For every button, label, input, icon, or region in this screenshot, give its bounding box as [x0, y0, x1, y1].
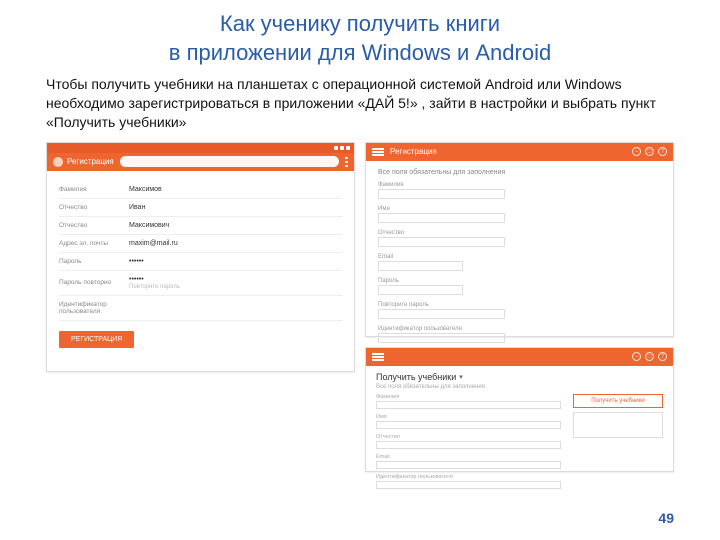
- android-appbar: Регистрация: [47, 153, 354, 171]
- hamburger-menu-icon[interactable]: [372, 148, 384, 156]
- text-input[interactable]: [378, 213, 505, 223]
- text-input[interactable]: [376, 461, 561, 469]
- required-hint: Все поля обязательны для заполнения: [378, 169, 661, 176]
- form-row: Email: [378, 254, 661, 271]
- form-row: Фамилия: [378, 182, 661, 199]
- android-statusbar: [47, 143, 354, 153]
- hamburger-menu-icon[interactable]: [372, 353, 384, 361]
- text-input[interactable]: [378, 261, 463, 271]
- overflow-menu-icon[interactable]: [345, 157, 348, 167]
- text-input[interactable]: [378, 237, 505, 247]
- form-row: Фамилия: [376, 394, 561, 409]
- maximize-icon[interactable]: □: [645, 352, 654, 361]
- form-row: ОтчествоМаксимович: [59, 217, 342, 235]
- form-row: Имя: [378, 206, 661, 223]
- form-row: ФамилияМаксимов: [59, 181, 342, 199]
- text-input[interactable]: [376, 481, 561, 489]
- form-row: Отчество: [376, 434, 561, 449]
- form-row: Адрес эл. почтыmaxim@mail.ru: [59, 235, 342, 253]
- page-title: Как ученику получить книги в приложении …: [0, 0, 720, 75]
- page-number: 49: [658, 510, 674, 526]
- windows-appbar: Регистрация − □ ?: [366, 143, 673, 161]
- password-input[interactable]: [378, 285, 463, 295]
- form-row: Пароль••••••: [59, 253, 342, 271]
- page-subtitle: Чтобы получить учебники на планшетах с о…: [0, 75, 720, 142]
- back-icon[interactable]: [53, 157, 63, 167]
- chevron-down-icon[interactable]: ▾: [459, 373, 463, 381]
- help-icon[interactable]: ?: [658, 147, 667, 156]
- get-books-button[interactable]: Получить учебники: [573, 394, 663, 408]
- text-input[interactable]: [378, 333, 505, 343]
- section-title: Получить учебники▾: [376, 372, 663, 382]
- windows-getbooks-screenshot: − □ ? Получить учебники▾ Все поля обязат…: [365, 347, 674, 472]
- form-row: ОтчествоИван: [59, 199, 342, 217]
- form-row: Пароль повторно••••••Повторите пароль: [59, 271, 342, 296]
- required-hint: Все поля обязательны для заполнения: [376, 384, 663, 390]
- text-input[interactable]: [376, 401, 561, 409]
- text-input[interactable]: [378, 189, 505, 199]
- form-row: Отчество: [378, 230, 661, 247]
- windows-appbar: − □ ?: [366, 348, 673, 366]
- help-icon[interactable]: ?: [658, 352, 667, 361]
- appbar-title: Регистрация: [390, 147, 437, 156]
- windows-registration-screenshot: Регистрация − □ ? Все поля обязательны д…: [365, 142, 674, 337]
- minimize-icon[interactable]: −: [632, 147, 641, 156]
- form-row: Имя: [376, 414, 561, 429]
- form-row: Идентификатор пользователя: [376, 474, 561, 489]
- form-row: Пароль: [378, 278, 661, 295]
- android-form: ФамилияМаксимов ОтчествоИван ОтчествоМак…: [47, 171, 354, 358]
- minimize-icon[interactable]: −: [632, 352, 641, 361]
- form-row: Идентификатор пользователя: [378, 326, 661, 343]
- info-box: [573, 412, 663, 438]
- password-input[interactable]: [378, 309, 505, 319]
- form-row: Повторите пароль: [378, 302, 661, 319]
- android-screenshot: Регистрация ФамилияМаксимов ОтчествоИван…: [46, 142, 355, 372]
- form-row: Идентификатор пользователя: [59, 296, 342, 321]
- text-input[interactable]: [376, 441, 561, 449]
- text-input[interactable]: [376, 421, 561, 429]
- search-input[interactable]: [120, 156, 339, 167]
- maximize-icon[interactable]: □: [645, 147, 654, 156]
- screenshots-container: Регистрация ФамилияМаксимов ОтчествоИван…: [0, 142, 720, 472]
- form-row: Email: [376, 454, 561, 469]
- register-button[interactable]: РЕГИСТРАЦИЯ: [59, 331, 134, 348]
- appbar-title: Регистрация: [67, 157, 114, 166]
